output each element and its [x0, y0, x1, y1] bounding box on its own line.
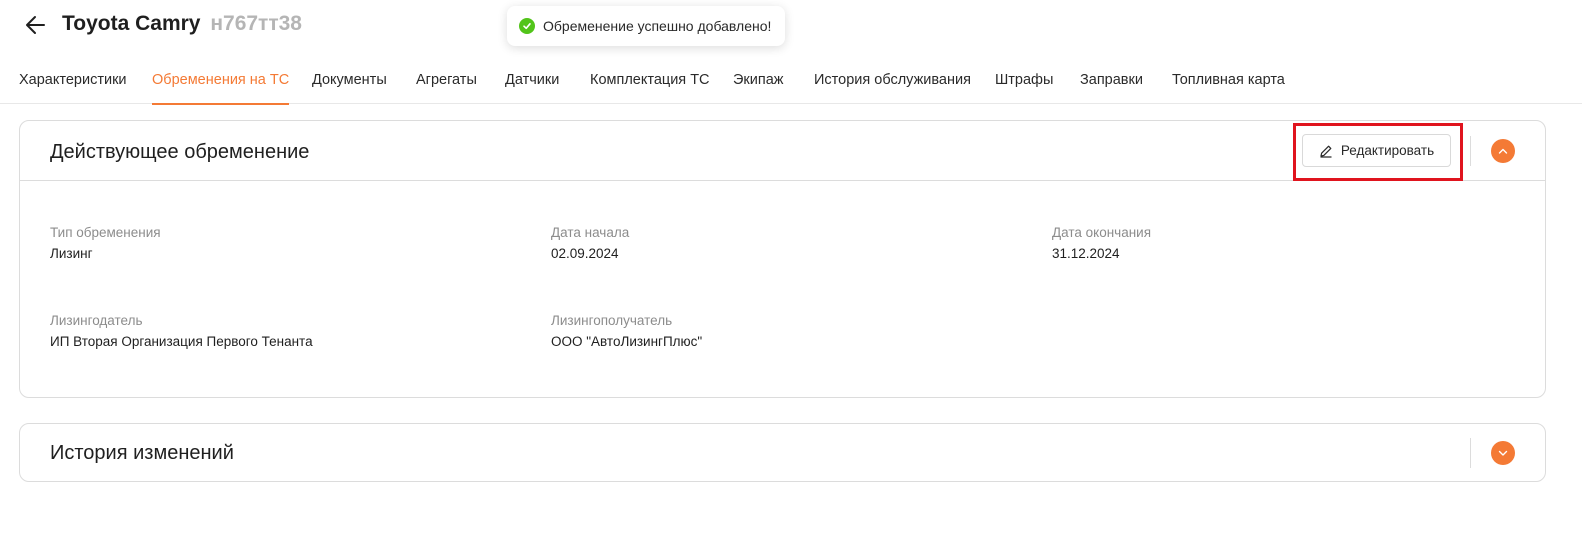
pencil-icon	[1320, 145, 1332, 158]
tab-fuel-card[interactable]: Топливная карта	[1172, 72, 1285, 104]
history-card: История изменений	[19, 423, 1546, 482]
field-encumbrance-type: Тип обременения Лизинг	[50, 225, 161, 261]
field-label: Тип обременения	[50, 225, 161, 240]
field-label: Дата окончания	[1052, 225, 1152, 240]
vehicle-plate: н767тт38	[210, 12, 302, 35]
field-value: 31.12.2024	[1052, 246, 1120, 261]
edit-button[interactable]: Редактировать	[1302, 134, 1451, 167]
field-value: Лизинг	[50, 246, 93, 261]
collapse-button[interactable]	[1491, 139, 1515, 163]
divider	[1470, 136, 1471, 166]
toast-message: Обременение успешно добавлено!	[543, 18, 772, 34]
edit-button-label: Редактировать	[1340, 143, 1435, 158]
expand-button[interactable]	[1491, 441, 1515, 465]
back-button[interactable]	[22, 11, 50, 39]
page-title: Toyota Camry н767тт38	[62, 12, 302, 36]
tab-equipment[interactable]: Комплектация ТС	[590, 72, 710, 104]
card-title: История изменений	[50, 442, 234, 464]
tab-units[interactable]: Агрегаты	[416, 72, 477, 104]
arrow-left-icon	[26, 16, 45, 34]
field-lessor: Лизингодатель ИП Вторая Организация Перв…	[50, 313, 313, 349]
tab-fines[interactable]: Штрафы	[995, 72, 1053, 104]
field-value: ИП Вторая Организация Первого Тенанта	[50, 334, 313, 349]
tab-bar: Характеристики Обременения на ТС Докумен…	[0, 62, 1582, 105]
vehicle-name: Toyota Camry	[62, 12, 201, 35]
tab-characteristics[interactable]: Характеристики	[19, 72, 127, 104]
field-value: 02.09.2024	[551, 246, 619, 261]
field-value: ООО "АвтоЛизингПлюс"	[551, 334, 703, 349]
chevron-down-icon	[1498, 450, 1508, 456]
field-label: Дата начала	[551, 225, 630, 240]
field-label: Лизингодатель	[50, 313, 143, 328]
success-toast: Обременение успешно добавлено!	[507, 6, 786, 46]
field-label: Лизингополучатель	[551, 313, 673, 328]
field-lessee: Лизингополучатель ООО "АвтоЛизингПлюс"	[551, 313, 702, 349]
check-circle-icon	[519, 18, 535, 34]
tab-refuels[interactable]: Заправки	[1080, 72, 1143, 104]
chevron-up-icon	[1498, 148, 1508, 154]
current-encumbrance-card: Действующее обременение Редактировать Ти…	[19, 120, 1546, 398]
tab-sensors[interactable]: Датчики	[505, 72, 559, 104]
tab-crew[interactable]: Экипаж	[733, 72, 783, 104]
field-end-date: Дата окончания 31.12.2024	[1052, 225, 1151, 261]
tab-encumbrances[interactable]: Обременения на ТС	[152, 72, 290, 105]
tab-documents[interactable]: Документы	[312, 72, 387, 104]
divider	[1470, 438, 1471, 468]
card-header: Действующее обременение Редактировать	[20, 121, 1545, 181]
card-title: Действующее обременение	[50, 141, 310, 163]
tab-service-history[interactable]: История обслуживания	[814, 72, 971, 104]
field-start-date: Дата начала 02.09.2024	[551, 225, 629, 261]
top-bar: Toyota Camry н767тт38	[0, 0, 1582, 52]
card-header: История изменений	[20, 424, 1545, 484]
